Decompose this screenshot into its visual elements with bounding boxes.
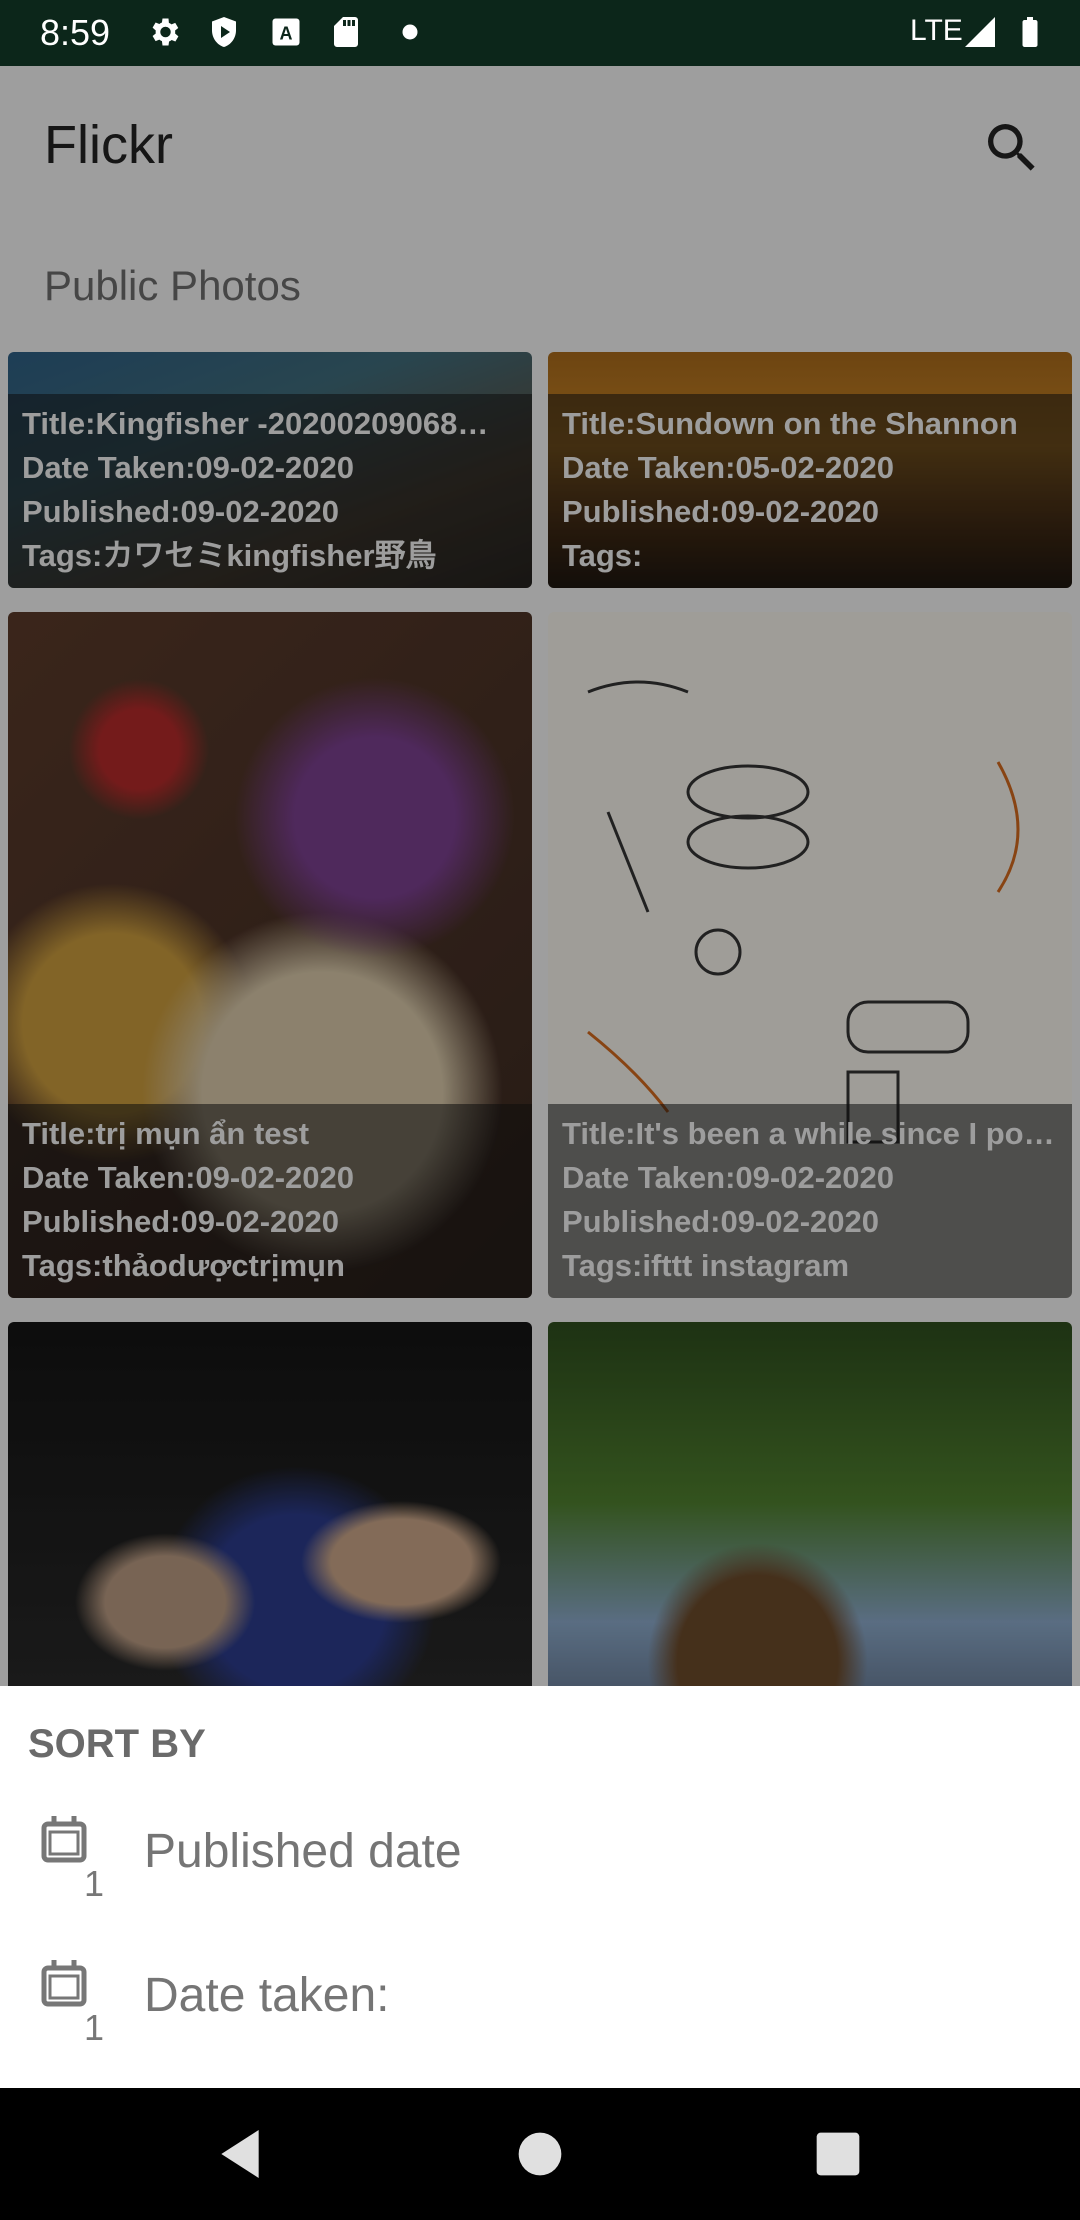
sort-option-published-date[interactable]: 1 Published date (0, 1798, 1080, 1928)
status-time: 8:59 (40, 12, 111, 53)
status-bar: 8:59 A LTE (0, 0, 1080, 66)
network-type: LTE (910, 14, 963, 47)
svg-text:1: 1 (84, 1863, 104, 1902)
notification-dot-icon (402, 24, 418, 40)
sort-option-label: Date taken: (144, 1969, 390, 2022)
battery-icon (1022, 17, 1038, 47)
modal-scrim[interactable] (0, 66, 1080, 1686)
font-download-icon: A (272, 18, 300, 46)
back-triangle-icon[interactable] (208, 2122, 272, 2186)
svg-text:1: 1 (84, 2007, 104, 2046)
home-circle-icon[interactable] (508, 2122, 572, 2186)
calendar-sort-icon: 1 (41, 1816, 104, 1902)
sd-card-icon (334, 17, 358, 47)
svg-text:A: A (280, 24, 293, 44)
settings-icon (152, 18, 179, 46)
sort-bottom-sheet: SORT BY 1 Published date 1 Date taken: (0, 1686, 1080, 2088)
recents-square-icon[interactable] (806, 2122, 870, 2186)
sort-option-label: Published date (144, 1825, 462, 1878)
shield-play-icon (212, 17, 236, 47)
signal-icon (965, 17, 995, 47)
calendar-sort-icon: 1 (41, 1960, 104, 2046)
sort-option-date-taken[interactable]: 1 Date taken: (0, 1942, 1080, 2072)
sort-sheet-title: SORT BY (28, 1722, 206, 1766)
system-nav-bar (0, 2088, 1080, 2220)
